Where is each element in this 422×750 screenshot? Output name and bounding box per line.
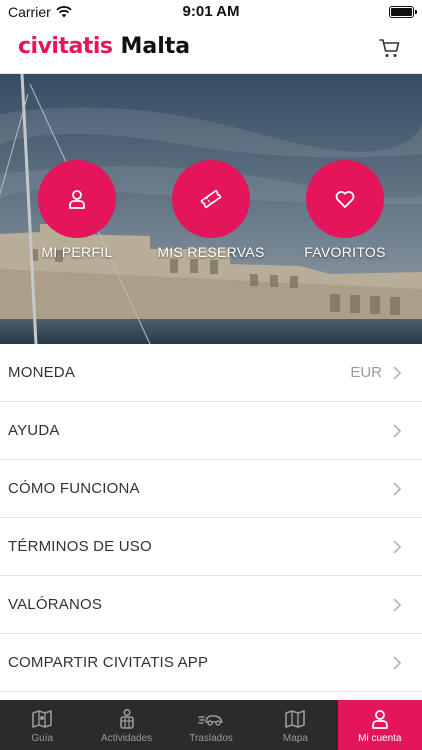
menu-item-label: VALÓRANOS: [8, 596, 103, 613]
my-profile-label: MI PERFIL: [41, 244, 113, 260]
favorites-button[interactable]: FAVORITOS: [285, 160, 405, 260]
brand[interactable]: civitatis Malta: [18, 34, 190, 59]
menu-item-label: TÉRMINOS DE USO: [8, 538, 152, 555]
tab-label: Mi cuenta: [358, 733, 402, 744]
tab-transfers[interactable]: Traslados: [169, 700, 253, 750]
chevron-right-icon: [393, 366, 402, 380]
status-time: 9:01 AM: [182, 3, 240, 20]
chevron-right-icon: [393, 540, 402, 554]
menu-item-label: COMPARTIR CIVITATIS APP: [8, 654, 209, 671]
hero-actions: MI PERFIL MIS RESERVAS FAVORITOS: [0, 160, 422, 270]
city-title: Malta: [120, 34, 191, 59]
chevron-right-icon: [393, 424, 402, 438]
activities-icon: [119, 708, 134, 729]
bookings-circle: [172, 160, 250, 238]
tab-label: Actividades: [101, 733, 153, 744]
tab-label: Traslados: [189, 733, 233, 744]
menu-item-terms[interactable]: TÉRMINOS DE USO: [0, 518, 422, 576]
ticket-icon: [200, 189, 222, 209]
menu-item-how-it-works[interactable]: CÓMO FUNCIONA: [0, 460, 422, 518]
menu-item-share-app[interactable]: COMPARTIR CIVITATIS APP: [0, 634, 422, 692]
car-icon: [198, 715, 223, 726]
account-menu: MONEDA EUR AYUDA CÓMO FUNCIONA TÉRMINOS …: [0, 344, 422, 692]
app-header: civitatis Malta: [0, 24, 422, 74]
favorites-label: FAVORITOS: [304, 244, 386, 260]
currency-value: EUR: [350, 364, 382, 381]
status-bar: Carrier 9:01 AM: [0, 0, 422, 24]
tab-label: Mapa: [282, 733, 308, 744]
menu-item-label: AYUDA: [8, 422, 60, 439]
heart-icon: [335, 191, 355, 208]
tab-label: Guía: [31, 733, 54, 744]
menu-item-label: CÓMO FUNCIONA: [8, 480, 140, 497]
menu-item-help[interactable]: AYUDA: [0, 402, 422, 460]
map-icon: [285, 710, 306, 728]
tab-my-account[interactable]: Mi cuenta: [337, 700, 422, 750]
chevron-right-icon: [393, 482, 402, 496]
my-bookings-label: MIS RESERVAS: [157, 244, 265, 260]
bottom-tab-bar: Guía Actividades Traslados Mapa Mi cuent…: [0, 700, 422, 750]
profile-circle: [38, 160, 116, 238]
chevron-right-icon: [393, 598, 402, 612]
cart-icon[interactable]: [378, 36, 402, 60]
tab-map[interactable]: Mapa: [253, 700, 337, 750]
person-icon: [371, 710, 388, 729]
menu-item-currency[interactable]: MONEDA EUR: [0, 344, 422, 402]
hero-banner: MI PERFIL MIS RESERVAS FAVORITOS: [0, 74, 422, 344]
menu-item-rate-us[interactable]: VALÓRANOS: [0, 576, 422, 634]
map-book-icon: [32, 710, 53, 728]
tab-activities[interactable]: Actividades: [84, 700, 168, 750]
battery-icon: [389, 6, 417, 18]
my-bookings-button[interactable]: MIS RESERVAS: [151, 160, 271, 260]
menu-item-label: MONEDA: [8, 364, 76, 381]
chevron-right-icon: [393, 656, 402, 670]
brand-logo: civitatis: [18, 34, 113, 59]
favorites-circle: [306, 160, 384, 238]
tab-guide[interactable]: Guía: [0, 700, 84, 750]
person-icon: [69, 190, 85, 209]
my-profile-button[interactable]: MI PERFIL: [17, 160, 137, 260]
